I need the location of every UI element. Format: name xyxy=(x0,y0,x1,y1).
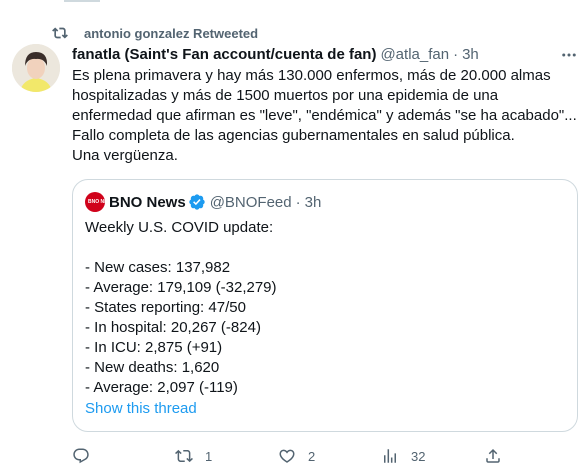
bno-avatar-logo: BNO NEWS xyxy=(88,199,116,205)
retweet-count: 1 xyxy=(205,448,213,464)
retweet-icon xyxy=(52,27,68,39)
reply-icon xyxy=(73,448,89,464)
like-button[interactable]: 2 xyxy=(278,447,381,465)
reply-button[interactable] xyxy=(72,447,175,465)
retweet-context-text[interactable]: antonio gonzalez Retweeted xyxy=(84,26,258,41)
views-icon xyxy=(384,449,396,463)
quoted-author-handle[interactable]: @BNOFeed xyxy=(210,194,292,211)
tweet-header: fanatla (Saint's Fan account/cuenta de f… xyxy=(72,44,582,64)
author-handle[interactable]: @atla_fan xyxy=(380,46,449,63)
retweet-context: antonio gonzalez Retweeted xyxy=(52,24,258,42)
share-icon xyxy=(486,448,500,463)
tweet-actions: 1 2 32 xyxy=(72,446,502,466)
views-button[interactable]: 32 xyxy=(381,447,484,465)
tweet[interactable]: fanatla (Saint's Fan account/cuenta de f… xyxy=(72,44,582,166)
share-button[interactable] xyxy=(484,447,502,465)
avatar[interactable] xyxy=(12,44,60,92)
tweet-timestamp[interactable]: 3h xyxy=(462,46,479,63)
more-icon[interactable] xyxy=(560,46,578,69)
show-thread-link[interactable]: Show this thread xyxy=(85,400,197,417)
avatar-image xyxy=(12,44,60,92)
quoted-tweet[interactable]: BNO NEWS BNO News @BNOFeed · 3h Weekly U… xyxy=(72,179,578,432)
like-count: 2 xyxy=(308,448,316,464)
thread-connector-line xyxy=(64,0,100,2)
separator-dot: · xyxy=(453,45,459,63)
author-name[interactable]: fanatla (Saint's Fan account/cuenta de f… xyxy=(72,46,376,63)
quoted-tweet-timestamp[interactable]: 3h xyxy=(305,194,322,211)
bno-avatar[interactable]: BNO NEWS xyxy=(85,192,116,212)
retweet-button[interactable]: 1 xyxy=(175,447,278,465)
retweet-icon xyxy=(175,449,193,463)
tweet-text: Es plena primavera y hay más 130.000 enf… xyxy=(72,67,577,164)
views-count: 32 xyxy=(411,448,426,464)
heart-icon xyxy=(279,449,295,463)
quoted-author-name[interactable]: BNO News xyxy=(109,194,186,211)
verified-badge-icon xyxy=(189,194,205,210)
quoted-tweet-text: Weekly U.S. COVID update: - New cases: 1… xyxy=(85,219,277,396)
separator-dot: · xyxy=(295,193,301,211)
quoted-tweet-header: BNO NEWS BNO News @BNOFeed · 3h xyxy=(85,192,565,212)
